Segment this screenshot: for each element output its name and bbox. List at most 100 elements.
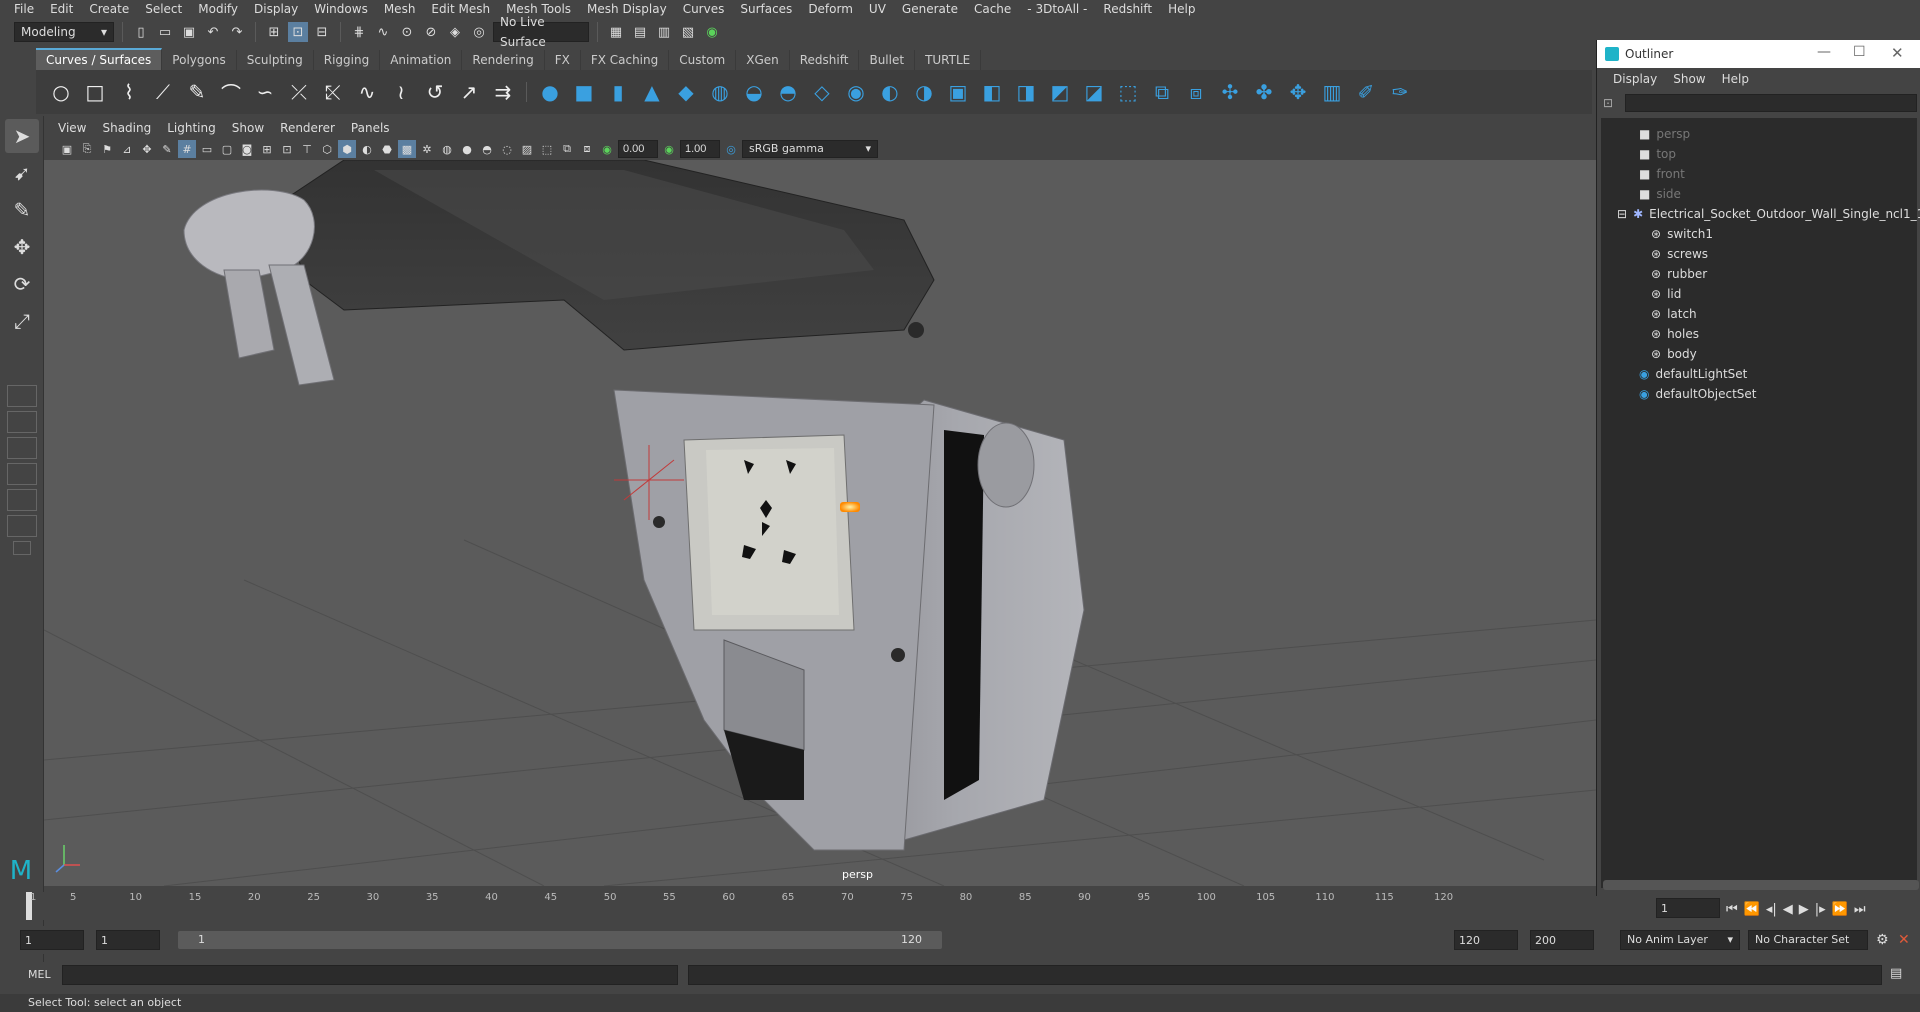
isolate-select-icon[interactable]: ⬚: [538, 140, 556, 158]
menu-item[interactable]: File: [6, 0, 42, 18]
resolution-gate-icon[interactable]: ▢: [218, 140, 236, 158]
outliner-item[interactable]: ⊛ holes: [1651, 324, 1699, 344]
multisample-icon[interactable]: ⧈: [578, 140, 596, 158]
exposure-field[interactable]: [618, 140, 658, 158]
collapse-icon[interactable]: ⊟: [1617, 204, 1627, 224]
shelf-tab[interactable]: TURTLE: [915, 50, 982, 70]
image-plane-icon[interactable]: ⊿: [118, 140, 136, 158]
render-settings-icon[interactable]: ▧: [678, 22, 698, 42]
trim-tool-icon[interactable]: ◪: [1079, 77, 1109, 107]
shadows-icon[interactable]: ◓: [478, 140, 496, 158]
snap-curve-icon[interactable]: ∿: [373, 22, 393, 42]
birail-icon[interactable]: ◐: [875, 77, 905, 107]
anim-layer-dropdown[interactable]: No Anim Layer ▾: [1620, 930, 1740, 950]
redo-icon[interactable]: ↷: [227, 22, 247, 42]
nurbs-cube-icon[interactable]: ■: [569, 77, 599, 107]
script-editor-icon[interactable]: ▤: [1890, 966, 1902, 981]
outliner-item[interactable]: ⊛ screws: [1651, 244, 1708, 264]
shelf-tab[interactable]: Custom: [669, 50, 737, 70]
panel-menu-item[interactable]: Show: [224, 121, 272, 135]
save-scene-icon[interactable]: ▣: [179, 22, 199, 42]
open-close-icon[interactable]: ✣: [1215, 77, 1245, 107]
outliner-menu-item[interactable]: Help: [1714, 72, 1757, 86]
custom-layout-icon[interactable]: [7, 515, 37, 537]
use-all-lights-icon[interactable]: ●: [458, 140, 476, 158]
outliner-item[interactable]: ■ top: [1639, 144, 1676, 164]
render-frame-icon[interactable]: ▤: [630, 22, 650, 42]
field-chart-icon[interactable]: ⊞: [258, 140, 276, 158]
menu-item[interactable]: Deform: [800, 0, 861, 18]
undo-icon[interactable]: ↶: [203, 22, 223, 42]
maximize-icon[interactable]: ☐: [1853, 44, 1866, 60]
nurbs-cone-icon[interactable]: ▲: [637, 77, 667, 107]
perspective-viewport[interactable]: [44, 160, 1596, 886]
outliner-item[interactable]: ◉ defaultLightSet: [1639, 364, 1747, 384]
reverse-curve-icon[interactable]: ↺: [420, 77, 450, 107]
time-slider[interactable]: 1 5 10 15 20 25 30 35 40 45 50 55 60 65 70 75 80 85 90 95 10…: [26, 892, 1592, 920]
step-back-frame-icon[interactable]: ◂|: [1766, 902, 1777, 917]
planar-icon[interactable]: ◇: [807, 77, 837, 107]
four-view-layout-icon[interactable]: [7, 411, 37, 433]
shelf-tab[interactable]: Curves / Surfaces: [36, 48, 163, 70]
attach-surfaces-icon[interactable]: ⧉: [1147, 77, 1177, 107]
panel-menu-item[interactable]: Lighting: [159, 121, 224, 135]
offset-curve-icon[interactable]: ⇉: [488, 77, 518, 107]
safe-action-icon[interactable]: ⊡: [278, 140, 296, 158]
render-view-icon[interactable]: ▦: [606, 22, 626, 42]
shelf-tab[interactable]: Polygons: [162, 50, 237, 70]
menu-item[interactable]: Modify: [190, 0, 246, 18]
character-set-dropdown[interactable]: No Character Set: [1748, 930, 1868, 950]
wireframe-icon[interactable]: ⬡: [318, 140, 336, 158]
menu-item[interactable]: Edit: [42, 0, 81, 18]
open-scene-icon[interactable]: ▭: [155, 22, 175, 42]
select-hierarchy-icon[interactable]: ⊞: [264, 22, 284, 42]
menu-item[interactable]: Cache: [966, 0, 1019, 18]
new-scene-icon[interactable]: ▯: [131, 22, 151, 42]
xray-components-icon[interactable]: ◍: [438, 140, 456, 158]
rotate-tool-icon[interactable]: ⟳: [5, 267, 39, 301]
menu-item[interactable]: Generate: [894, 0, 966, 18]
color-management-icon[interactable]: ◎: [722, 140, 740, 158]
menu-item[interactable]: Select: [137, 0, 190, 18]
outliner-search-input[interactable]: [1625, 94, 1917, 112]
menu-item[interactable]: Curves: [675, 0, 733, 18]
menu-item[interactable]: Display: [246, 0, 306, 18]
square-surface-icon[interactable]: ▣: [943, 77, 973, 107]
bevel-plus-icon[interactable]: ◧: [977, 77, 1007, 107]
playback-start-field[interactable]: 1: [96, 930, 160, 950]
nurbs-cylinder-icon[interactable]: ▮: [603, 77, 633, 107]
mode-dropdown[interactable]: Modeling ▾: [14, 22, 114, 42]
paint-select-icon[interactable]: ✎: [5, 193, 39, 227]
gamma-icon[interactable]: ◉: [660, 140, 678, 158]
panel-menu-item[interactable]: Shading: [94, 121, 159, 135]
close-icon[interactable]: ✕: [1891, 44, 1904, 62]
camera-attributes-icon[interactable]: ⎘: [78, 140, 96, 158]
rebuild-surface-icon[interactable]: ▥: [1317, 77, 1347, 107]
gate-mask-icon[interactable]: ◙: [238, 140, 256, 158]
shelf-tab[interactable]: Bullet: [859, 50, 916, 70]
grid-icon[interactable]: #: [178, 140, 196, 158]
detach-surfaces-icon[interactable]: ⧈: [1181, 77, 1211, 107]
extend-surface-icon[interactable]: ✥: [1283, 77, 1313, 107]
menu-item[interactable]: UV: [861, 0, 894, 18]
shelf-tab[interactable]: Rigging: [314, 50, 381, 70]
snap-point-icon[interactable]: ⊙: [397, 22, 417, 42]
outliner-item[interactable]: ⊛ lid: [1651, 284, 1681, 304]
arc-tool-icon[interactable]: ⌒: [216, 77, 246, 107]
nurbs-plane-icon[interactable]: ◆: [671, 77, 701, 107]
detach-curves-icon[interactable]: ⤪: [318, 77, 348, 107]
horizontal-scrollbar[interactable]: [1603, 880, 1919, 890]
outliner-item[interactable]: ⊛ latch: [1651, 304, 1697, 324]
live-surface-field[interactable]: No Live Surface: [493, 15, 589, 49]
extend-curve-icon[interactable]: ↗: [454, 77, 484, 107]
outliner-item[interactable]: ⊛ rubber: [1651, 264, 1707, 284]
default-material-icon[interactable]: ◐: [358, 140, 376, 158]
menu-item[interactable]: Create: [81, 0, 137, 18]
outliner-menu-item[interactable]: Show: [1665, 72, 1713, 86]
outliner-item[interactable]: ■ side: [1639, 184, 1681, 204]
outliner-item[interactable]: ⊛ body: [1651, 344, 1697, 364]
go-to-start-icon[interactable]: ⏮: [1726, 902, 1738, 917]
move-tool-icon[interactable]: ✥: [5, 230, 39, 264]
snap-live-icon[interactable]: ◎: [469, 22, 489, 42]
select-component-icon[interactable]: ⊟: [312, 22, 332, 42]
